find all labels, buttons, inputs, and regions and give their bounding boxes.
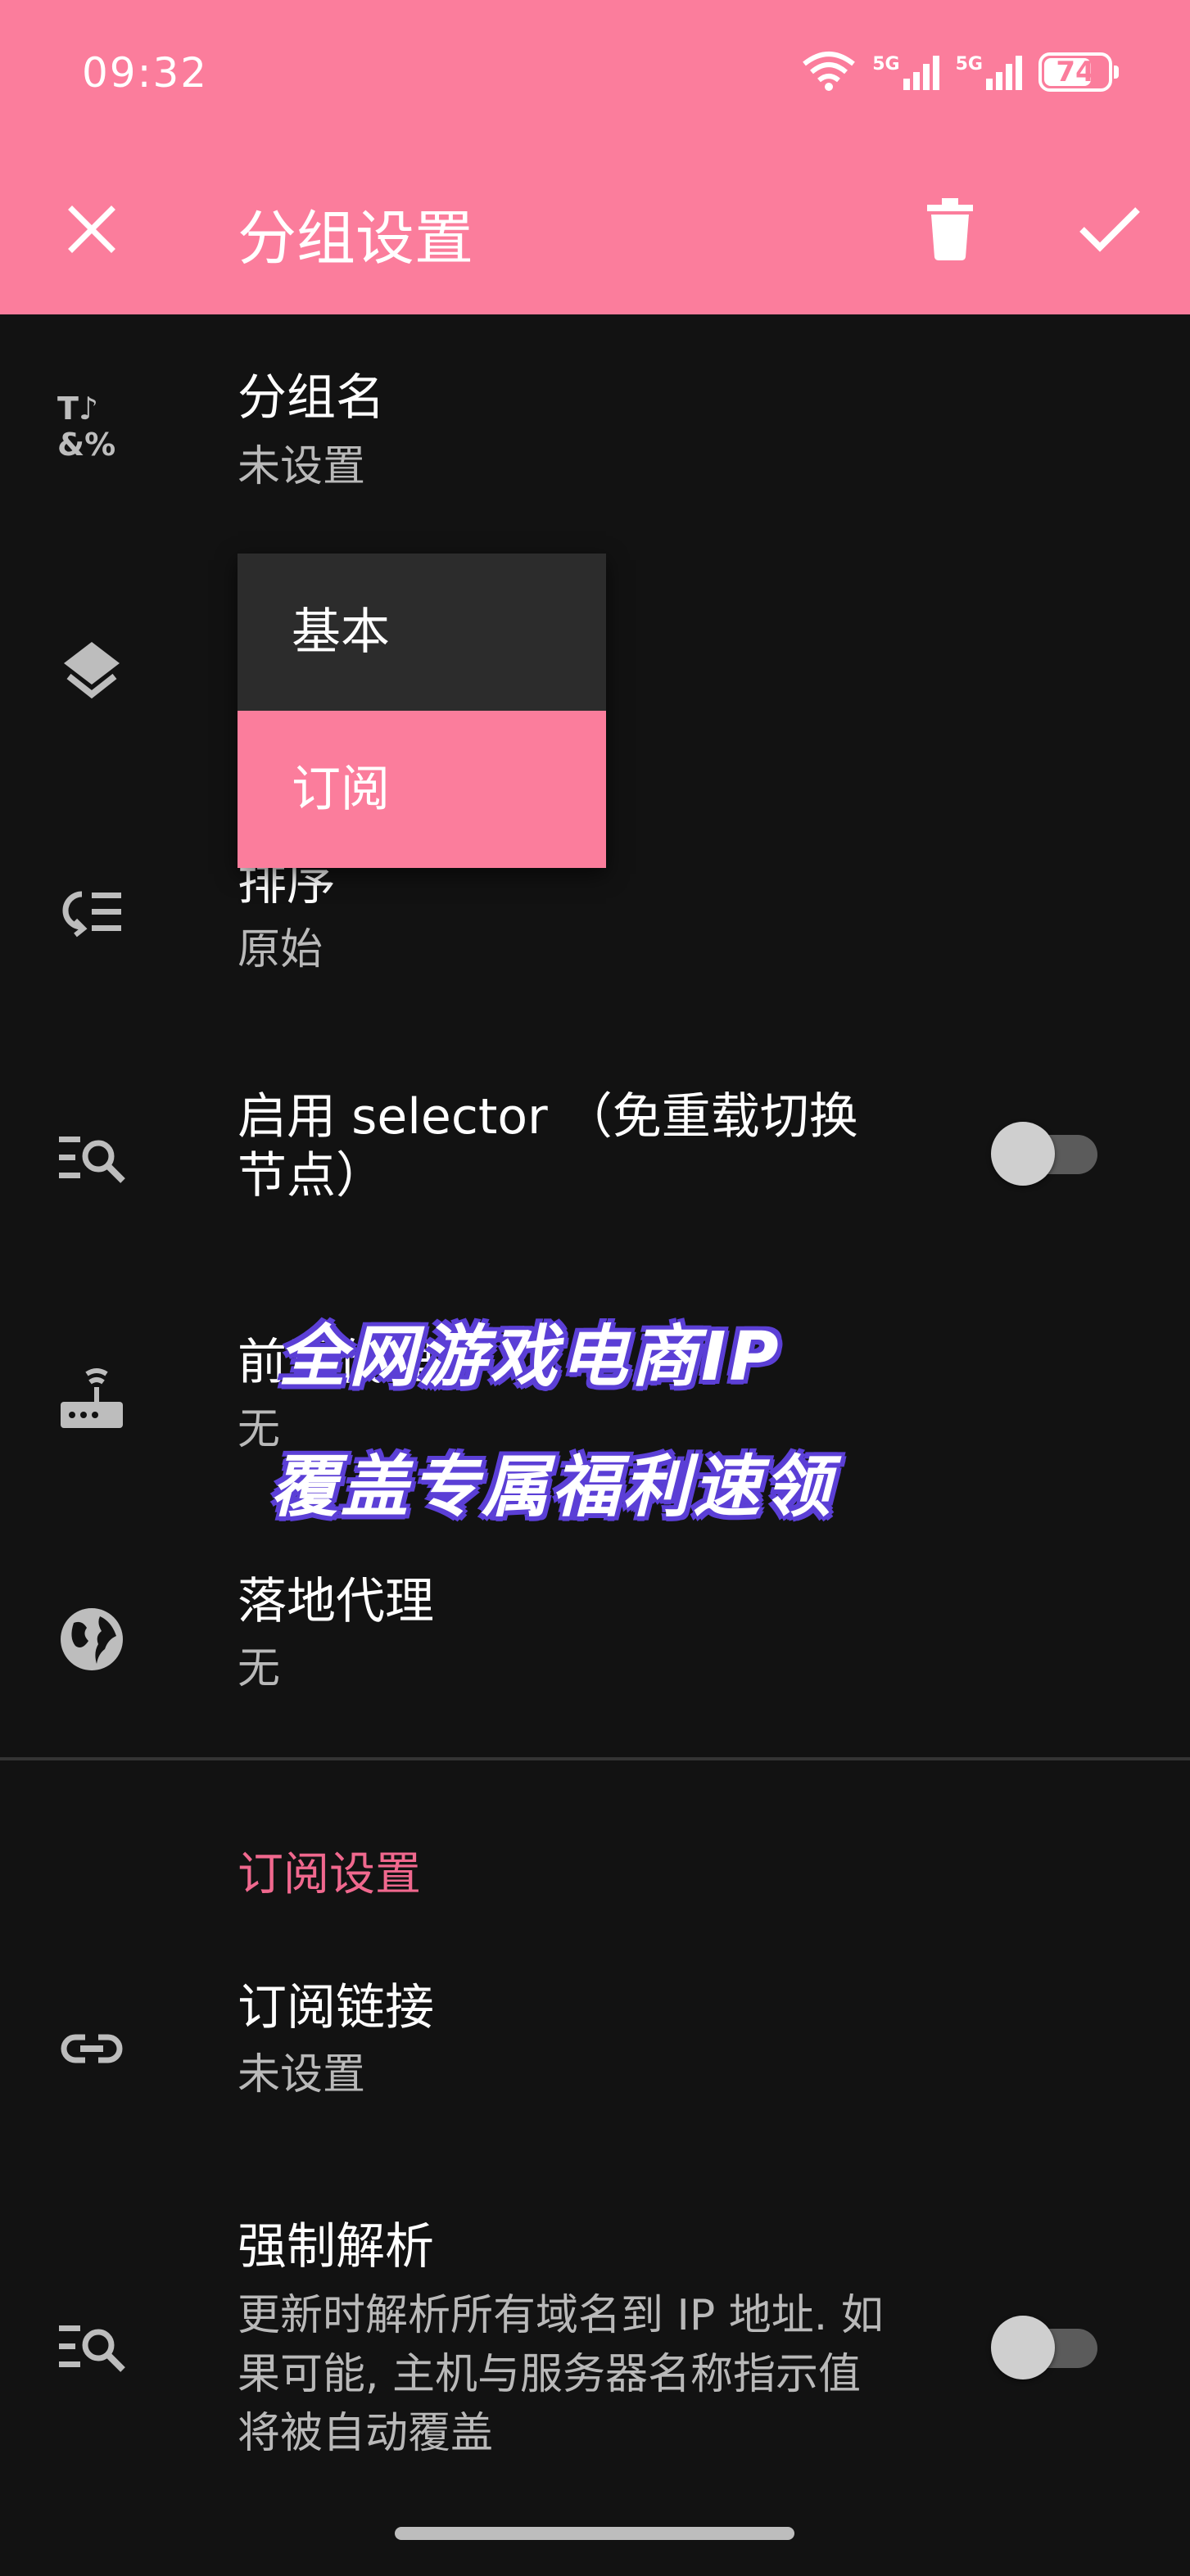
globe-icon (57, 1605, 126, 1674)
battery-level: 74 (1056, 56, 1095, 88)
router-icon (57, 1366, 126, 1435)
menu-option-basic[interactable]: 基本 (238, 554, 606, 711)
group-type-menu: 基本 订阅 (238, 554, 606, 868)
manage-search-icon (57, 1123, 126, 1192)
pref-title: 落地代理 (238, 1573, 434, 1630)
pref-title-line1: 启用 selector （免重载切换 (238, 1088, 858, 1146)
toggle-thumb (991, 2316, 1055, 2379)
network-type-1: 5G (872, 54, 900, 75)
app-bar: 分组设置 (0, 147, 1190, 314)
gesture-nav-handle[interactable] (395, 2527, 794, 2540)
pref-summary-line1: 更新时解析所有域名到 IP 地址. 如 (238, 2291, 884, 2340)
svg-text:T♪: T♪ (57, 391, 98, 427)
pref-title-line2: 节点） (238, 1147, 385, 1204)
pref-summary: 未设置 (238, 442, 366, 491)
page-title: 分组设置 (238, 204, 474, 273)
pref-summary: 未设置 (238, 2050, 366, 2099)
pref-selector[interactable]: 启用 selector （免重载切换 节点） (0, 1032, 1190, 1286)
pref-summary-line3: 将被自动覆盖 (238, 2409, 494, 2458)
pref-title: 强制解析 (238, 2218, 434, 2275)
ad-line-1: 全网游戏电商IP (278, 1318, 782, 1396)
status-time: 09:32 (82, 49, 209, 97)
section-header-subscription: 订阅设置 (238, 1848, 421, 1901)
link-icon (57, 2014, 126, 2083)
close-button[interactable] (51, 188, 133, 270)
signal-1-icon: 5G (872, 54, 940, 90)
manage-search-icon (57, 2312, 126, 2381)
network-type-2: 5G (955, 54, 983, 75)
pref-landing-proxy[interactable]: 落地代理 无 (0, 1526, 1190, 1756)
selector-toggle[interactable] (991, 1122, 1099, 1186)
status-bar: 09:32 5G 5G 74 (0, 0, 1190, 147)
pref-summary: 原始 (238, 925, 324, 974)
svg-text:&%: &% (57, 427, 115, 459)
trash-icon (927, 198, 973, 260)
wifi-icon (800, 49, 857, 95)
pref-title: 订阅链接 (238, 1979, 434, 2036)
pref-force-resolve[interactable]: 强制解析 更新时解析所有域名到 IP 地址. 如 果可能, 主机与服务器名称指示… (0, 2172, 1190, 2483)
ad-line-2: 覆盖专属福利速领 (270, 1448, 834, 1526)
sort-icon (57, 878, 126, 947)
pref-summary: 无 (238, 1644, 281, 1693)
text-format-icon: T♪ &% (57, 390, 126, 459)
delete-button[interactable] (909, 188, 991, 270)
layers-icon (57, 635, 126, 704)
pref-group-name[interactable]: T♪ &% 分组名 未设置 (0, 314, 1190, 552)
toggle-thumb (991, 1122, 1055, 1186)
force-resolve-toggle[interactable] (991, 2316, 1099, 2379)
pref-subscription-link[interactable]: 订阅链接 未设置 (0, 1932, 1190, 2170)
confirm-button[interactable] (1069, 188, 1151, 270)
close-icon (68, 206, 115, 253)
ad-banner[interactable]: 全网游戏电商IP 覆盖专属福利速领 (270, 1302, 942, 1530)
status-icons: 5G 5G 74 (800, 47, 1119, 97)
pref-title: 分组名 (238, 369, 385, 427)
menu-option-subscription[interactable]: 订阅 (238, 711, 606, 868)
check-icon (1079, 207, 1140, 252)
signal-2-icon: 5G (956, 54, 1024, 90)
battery-icon: 74 (1038, 52, 1119, 92)
pref-summary-line2: 果可能, 主机与服务器名称指示值 (238, 2350, 862, 2399)
divider (0, 1757, 1190, 1760)
